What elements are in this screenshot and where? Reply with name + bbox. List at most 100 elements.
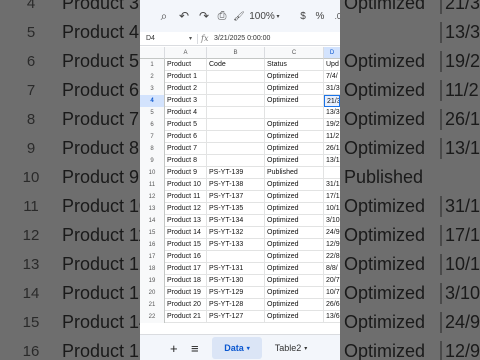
cell[interactable]: Product 5 xyxy=(165,119,207,131)
chevron-down-icon[interactable]: ▾ xyxy=(304,345,307,352)
cell[interactable]: 12/9 xyxy=(324,239,340,251)
row-header[interactable]: 22 xyxy=(140,311,165,323)
decimal-format-button[interactable]: .0 xyxy=(333,9,340,23)
cell[interactable]: 8/8/ xyxy=(324,263,340,275)
row-header[interactable]: 9 xyxy=(140,155,165,167)
name-box[interactable]: D4 xyxy=(146,35,155,42)
cell[interactable]: 31/3 xyxy=(324,83,340,95)
cell[interactable]: Product 2 xyxy=(165,83,207,95)
percent-format-button[interactable]: % xyxy=(316,9,325,23)
cell[interactable]: Optimized xyxy=(265,155,324,167)
sheet-list-icon[interactable]: ≡ xyxy=(191,341,199,356)
currency-format-button[interactable]: $ xyxy=(299,9,307,23)
cell[interactable]: Optimized xyxy=(265,143,324,155)
cell[interactable]: Product 1 xyxy=(165,71,207,83)
tab-table2[interactable]: Table2 ▾ xyxy=(266,337,316,359)
cell[interactable]: Optimized xyxy=(265,299,324,311)
cell[interactable]: 11/2 xyxy=(324,131,340,143)
cell[interactable]: PS-YT-139 xyxy=(207,167,265,179)
row-header[interactable]: 13 xyxy=(140,203,165,215)
row-header[interactable]: 2 xyxy=(140,71,165,83)
row-header[interactable]: 11 xyxy=(140,179,165,191)
column-header-d[interactable]: D xyxy=(324,47,340,59)
cell[interactable]: 26/6 xyxy=(324,299,340,311)
cell[interactable]: PS-YT-128 xyxy=(207,299,265,311)
cell[interactable]: PS-YT-132 xyxy=(207,227,265,239)
cell[interactable]: PS-YT-130 xyxy=(207,275,265,287)
cell[interactable]: 13/6 xyxy=(324,311,340,323)
undo-icon[interactable]: ↶ xyxy=(178,9,190,23)
cell[interactable] xyxy=(324,167,340,179)
cell[interactable]: Optimized xyxy=(265,263,324,275)
cell[interactable]: 17/1 xyxy=(324,191,340,203)
cell[interactable] xyxy=(265,107,324,119)
cell[interactable]: 10/7 xyxy=(324,287,340,299)
cell[interactable]: PS-YT-133 xyxy=(207,239,265,251)
row-header[interactable]: 19 xyxy=(140,275,165,287)
row-header[interactable]: 20 xyxy=(140,287,165,299)
chevron-down-icon[interactable]: ▾ xyxy=(189,35,192,42)
cell[interactable]: 13/1 xyxy=(324,155,340,167)
cell[interactable]: Optimized xyxy=(265,131,324,143)
cell[interactable]: Product 20 xyxy=(165,299,207,311)
cell[interactable]: 19/2 xyxy=(324,119,340,131)
cell[interactable]: Optimized xyxy=(265,215,324,227)
cell[interactable]: Product 21 xyxy=(165,311,207,323)
cell[interactable]: Product 4 xyxy=(165,107,207,119)
print-icon[interactable]: ⎙ xyxy=(216,9,228,23)
cell[interactable] xyxy=(207,155,265,167)
spreadsheet-grid[interactable]: A B C D 1 Product Code Status Upd 2 Product 1O… xyxy=(140,47,340,334)
cell[interactable]: Product 18 xyxy=(165,275,207,287)
cell[interactable]: 26/1 xyxy=(324,143,340,155)
cell[interactable]: 7/4/ xyxy=(324,71,340,83)
cell[interactable]: PS-YT-129 xyxy=(207,287,265,299)
cell[interactable]: PS-YT-135 xyxy=(207,203,265,215)
paint-format-icon[interactable]: 🖌 xyxy=(233,9,245,23)
row-header[interactable]: 7 xyxy=(140,131,165,143)
row-header[interactable]: 12 xyxy=(140,191,165,203)
cell[interactable]: Optimized xyxy=(265,275,324,287)
cell[interactable] xyxy=(207,143,265,155)
cell[interactable] xyxy=(207,83,265,95)
row-header[interactable]: 14 xyxy=(140,215,165,227)
cell[interactable] xyxy=(207,71,265,83)
cell[interactable]: PS-YT-137 xyxy=(207,191,265,203)
cell[interactable]: Optimized xyxy=(265,191,324,203)
cell[interactable]: Product 12 xyxy=(165,203,207,215)
cell[interactable]: Optimized xyxy=(265,71,324,83)
cell[interactable]: Optimized xyxy=(265,311,324,323)
add-sheet-button[interactable]: + xyxy=(170,341,178,356)
redo-icon[interactable]: ↷ xyxy=(198,9,210,23)
cell[interactable]: 22/8 xyxy=(324,251,340,263)
select-all-corner[interactable] xyxy=(140,47,165,59)
row-header[interactable]: 21 xyxy=(140,299,165,311)
row-header[interactable]: 1 xyxy=(140,59,165,71)
cell[interactable] xyxy=(207,95,265,107)
cell[interactable]: Code xyxy=(207,59,265,71)
chevron-down-icon[interactable]: ▾ xyxy=(275,9,281,23)
zoom-select[interactable]: 100% xyxy=(249,9,275,23)
cell[interactable]: Product 16 xyxy=(165,251,207,263)
cell[interactable]: Optimized xyxy=(265,83,324,95)
row-header[interactable]: 10 xyxy=(140,167,165,179)
cell[interactable]: Optimized xyxy=(265,287,324,299)
row-header[interactable]: 18 xyxy=(140,263,165,275)
cell[interactable]: Product 19 xyxy=(165,287,207,299)
cell[interactable]: Product 9 xyxy=(165,167,207,179)
row-header[interactable]: 4 xyxy=(140,95,165,107)
column-header-a[interactable]: A xyxy=(165,47,207,59)
cell[interactable]: 13/3 xyxy=(324,107,340,119)
cell[interactable]: Product xyxy=(165,59,207,71)
cell[interactable]: 3/10 xyxy=(324,215,340,227)
cell[interactable]: Product 7 xyxy=(165,143,207,155)
cell[interactable] xyxy=(207,251,265,263)
row-header[interactable]: 5 xyxy=(140,107,165,119)
cell[interactable]: Product 15 xyxy=(165,239,207,251)
row-header[interactable]: 8 xyxy=(140,143,165,155)
chevron-down-icon[interactable]: ▾ xyxy=(247,345,250,352)
row-header[interactable]: 16 xyxy=(140,239,165,251)
cell[interactable]: Product 14 xyxy=(165,227,207,239)
cell[interactable]: Optimized xyxy=(265,95,324,107)
cell[interactable]: 31/1 xyxy=(324,179,340,191)
cell[interactable]: Product 10 xyxy=(165,179,207,191)
